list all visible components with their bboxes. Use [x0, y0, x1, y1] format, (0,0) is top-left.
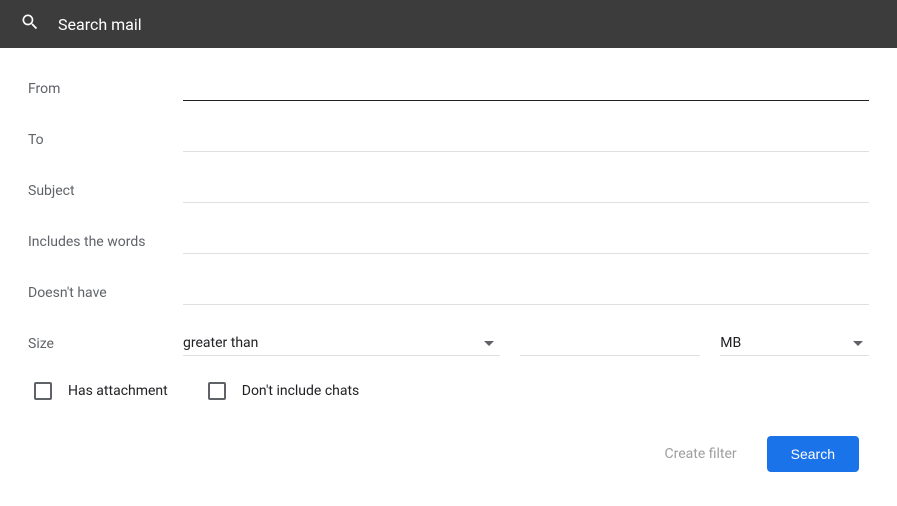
from-label: From — [28, 81, 183, 97]
includes-input[interactable] — [183, 229, 869, 254]
search-bar: Search mail — [0, 0, 897, 48]
checkbox-icon — [34, 382, 52, 400]
includes-row: Includes the words — [28, 229, 869, 254]
chevron-down-icon — [484, 341, 494, 346]
chevron-down-icon — [853, 341, 863, 346]
from-row: From — [28, 76, 869, 101]
size-comparator-dropdown[interactable]: greater than — [183, 331, 500, 356]
size-comparator-value: greater than — [183, 335, 258, 351]
size-unit-dropdown[interactable]: MB — [720, 331, 869, 356]
size-unit-value: MB — [720, 335, 741, 351]
advanced-search-form: From To Subject Includes the words Doesn… — [0, 48, 897, 492]
subject-label: Subject — [28, 183, 183, 199]
doesnt-label: Doesn't have — [28, 285, 183, 301]
size-label: Size — [28, 336, 183, 352]
includes-label: Includes the words — [28, 234, 183, 250]
checkbox-row: Has attachment Don't include chats — [28, 382, 869, 400]
doesnt-row: Doesn't have — [28, 280, 869, 305]
exclude-chats-checkbox[interactable]: Don't include chats — [208, 382, 360, 400]
size-row: Size greater than MB — [28, 331, 869, 356]
from-input[interactable] — [183, 76, 869, 101]
has-attachment-label: Has attachment — [68, 383, 168, 399]
has-attachment-checkbox[interactable]: Has attachment — [34, 382, 168, 400]
create-filter-button[interactable]: Create filter — [664, 446, 736, 462]
subject-row: Subject — [28, 178, 869, 203]
exclude-chats-label: Don't include chats — [242, 383, 360, 399]
search-icon[interactable] — [20, 12, 40, 36]
to-label: To — [28, 132, 183, 148]
checkbox-icon — [208, 382, 226, 400]
action-row: Create filter Search — [28, 436, 869, 472]
to-input[interactable] — [183, 127, 869, 152]
to-row: To — [28, 127, 869, 152]
size-value-input[interactable] — [520, 331, 700, 356]
subject-input[interactable] — [183, 178, 869, 203]
doesnt-input[interactable] — [183, 280, 869, 305]
search-button[interactable]: Search — [767, 436, 859, 472]
search-input-placeholder[interactable]: Search mail — [58, 15, 142, 34]
